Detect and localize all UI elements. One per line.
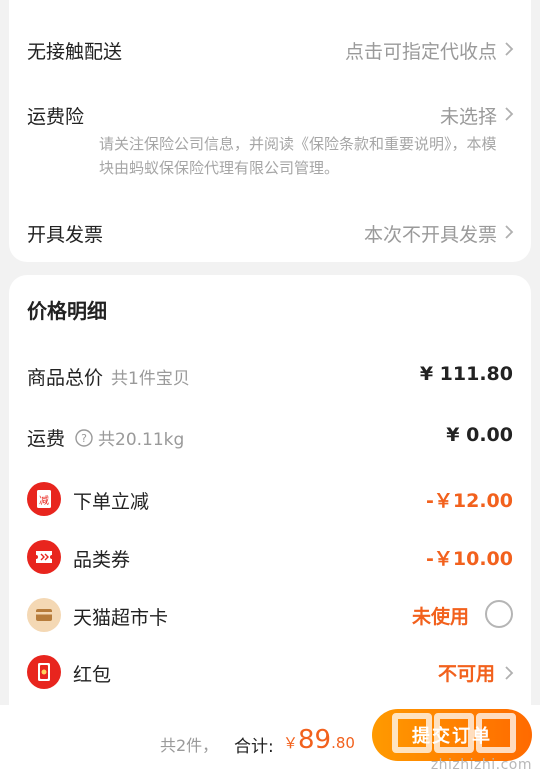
shipping-weight: 共20.11kg xyxy=(98,430,185,450)
shipping-insurance-row[interactable]: 运费险 未选择 xyxy=(9,92,531,132)
shipping-fee-amount: ¥ 0.00 xyxy=(446,424,513,446)
goods-total-label: 商品总价 xyxy=(27,367,104,389)
red-packet-row[interactable]: 红包 不可用 xyxy=(9,653,531,693)
instant-discount-label: 下单立减 xyxy=(73,491,150,513)
goods-count: 共1件宝贝 xyxy=(111,369,190,389)
contactless-delivery-label: 无接触配送 xyxy=(27,41,123,63)
total-label: 合计: xyxy=(234,737,274,757)
instant-discount-amount: -￥12.00 xyxy=(426,490,513,512)
checkout-bar: 共2件， 合计: ￥89.80 提交订单 zhizhizhi.com xyxy=(0,705,540,781)
chevron-right-icon xyxy=(501,224,517,240)
chevron-right-icon xyxy=(501,41,517,57)
item-count: 共2件， xyxy=(160,736,219,755)
total-amount: ￥89.80 xyxy=(283,725,355,755)
instant-discount-row: 减 下单立减 -￥12.00 xyxy=(9,480,531,520)
goods-total-amount: ¥ 111.80 xyxy=(419,363,513,385)
red-packet-status: 不可用 xyxy=(437,663,495,685)
watermark xyxy=(392,713,532,753)
red-packet-label: 红包 xyxy=(73,664,112,686)
shipping-insurance-label: 运费险 xyxy=(27,106,85,128)
invoice-label: 开具发票 xyxy=(27,224,104,246)
tmall-card-row[interactable]: 天猫超市卡 未使用 xyxy=(9,596,531,636)
chevron-right-icon xyxy=(501,106,517,122)
delivery-options-card: 无接触配送 点击可指定代收点 运费险 未选择 请关注保险公司信息，并阅读《保险条… xyxy=(9,0,531,262)
tmall-card-radio[interactable] xyxy=(485,600,513,628)
watermark-url: zhizhizhi.com xyxy=(430,757,532,773)
chevron-right-icon xyxy=(501,665,517,681)
tmall-card-label: 天猫超市卡 xyxy=(73,607,169,629)
tmall-card-icon xyxy=(27,598,61,632)
category-coupon-icon xyxy=(27,540,61,574)
insurance-note: 请关注保险公司信息，并阅读《保险条款和重要说明》，本模块由蚂蚁保保险代理有限公司… xyxy=(99,135,497,177)
shipping-fee-row: 运费? 共20.11kg ¥ 0.00 xyxy=(9,418,531,458)
invoice-row[interactable]: 开具发票 本次不开具发票 xyxy=(9,210,531,250)
goods-total-row: 商品总价 共1件宝贝 ¥ 111.80 xyxy=(9,357,531,397)
svg-text:?: ? xyxy=(81,432,87,445)
instant-discount-icon: 减 xyxy=(27,482,61,516)
price-detail-card: 价格明细 商品总价 共1件宝贝 ¥ 111.80 运费? 共20.11kg ¥ 0.… xyxy=(9,275,531,705)
red-packet-icon xyxy=(27,655,61,689)
svg-text:减: 减 xyxy=(39,495,49,507)
category-coupon-label: 品类券 xyxy=(73,549,131,571)
tmall-card-status: 未使用 xyxy=(411,606,469,628)
shipping-fee-label: 运费 xyxy=(27,428,66,450)
shipping-insurance-value: 未选择 xyxy=(439,106,497,128)
contactless-delivery-row[interactable]: 无接触配送 点击可指定代收点 xyxy=(9,27,531,67)
category-coupon-amount: -￥10.00 xyxy=(426,548,513,570)
category-coupon-row[interactable]: 品类券 -￥10.00 xyxy=(9,538,531,578)
help-icon[interactable]: ? xyxy=(75,429,93,447)
invoice-value: 本次不开具发票 xyxy=(363,224,497,246)
contactless-delivery-value: 点击可指定代收点 xyxy=(344,41,497,63)
price-detail-title: 价格明细 xyxy=(27,299,107,323)
